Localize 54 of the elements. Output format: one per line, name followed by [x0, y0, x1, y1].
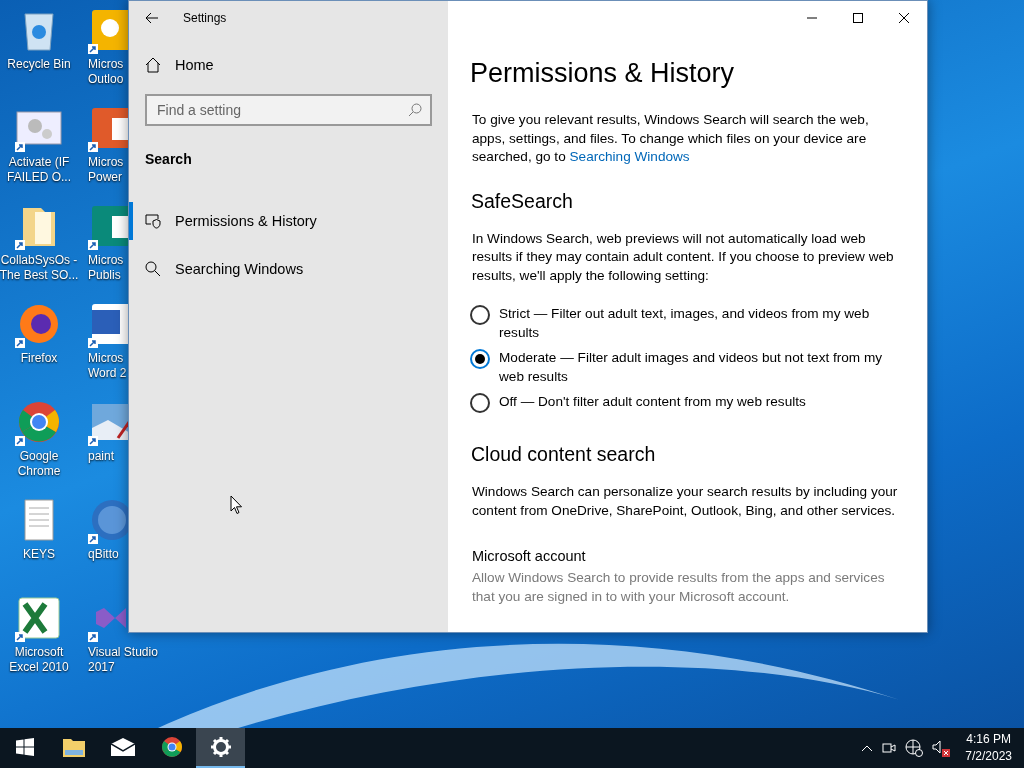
- desktop-icon-label: Micros Power: [88, 155, 124, 185]
- camera-icon[interactable]: [881, 740, 898, 756]
- globe-icon[interactable]: [905, 739, 924, 757]
- section-heading: Search: [144, 150, 193, 167]
- subsection-heading: Microsoft account: [472, 548, 587, 564]
- back-arrow-icon[interactable]: [145, 11, 159, 25]
- desktop-icon-label: Recycle Bin: [7, 57, 71, 72]
- intro-text: To give you relevant results, Windows Search will search the web, apps, settings, and files. To change which files on your device are searched, go to Searching Windows: [472, 111, 870, 166]
- desktop-icon-label: Micros Publis: [88, 253, 124, 283]
- windows-logo-icon: [15, 738, 34, 756]
- maximize-icon: [853, 12, 863, 23]
- home-icon[interactable]: [145, 57, 161, 73]
- folder-icon: [61, 736, 86, 758]
- radio-button[interactable]: [470, 305, 490, 325]
- desktop-icon-label: qBitto: [88, 547, 119, 562]
- safesearch-description: In Windows Search, web previews will not automatically load web results if they may contain adult content. If you choose to preview web results, we'll apply the following setting:: [472, 229, 895, 285]
- desktop-icon-label: Google Chrome: [17, 449, 61, 479]
- nav-item[interactable]: Searching Windows: [129, 250, 448, 288]
- section-heading: SafeSearch: [471, 189, 574, 213]
- taskbar-app-button[interactable]: [196, 728, 245, 768]
- radio-button[interactable]: [470, 349, 490, 369]
- clock[interactable]: 4:16 PM 7/2/2023: [965, 731, 1012, 765]
- radio-label: Moderate — Filter adult images and videos but not text from my web results: [499, 349, 884, 386]
- chrome-icon: [159, 735, 184, 759]
- gear-icon: [210, 737, 231, 757]
- desktop-icon-label: KEYS: [23, 547, 55, 562]
- cloud-description: Windows Search can personalize your search results by including your content from OneDrive, SharePoint, Outlook, Bing, and other services.: [472, 483, 899, 520]
- radio-button[interactable]: [470, 393, 490, 413]
- window-title: Settings: [183, 11, 227, 25]
- desktop-shortcut-icon[interactable]: [15, 594, 63, 642]
- chevron-up-icon[interactable]: [861, 744, 874, 752]
- desktop-icon-label: Microsoft Excel 2010: [9, 645, 69, 675]
- page-title: Permissions & History: [470, 58, 736, 89]
- account-description: Allow Windows Search to provide results from the apps and services that you are signed in to with your Microsoft account.: [472, 569, 886, 606]
- shield-icon: [145, 213, 161, 229]
- radio-label: Off — Don't filter adult content from my web results: [499, 393, 806, 411]
- desktop-icon-label: Micros Word 2: [88, 351, 127, 381]
- home-link[interactable]: Home: [175, 57, 214, 73]
- section-heading: Cloud content search: [471, 443, 657, 466]
- search-icon: [408, 103, 422, 117]
- desktop-icon-label: CollabSysOs - The Best SO...: [0, 253, 79, 283]
- speaker-muted-icon[interactable]: [931, 739, 952, 757]
- radio-label: Strict — Filter out adult text, images, and videos from my web results: [499, 305, 871, 342]
- search-icon: [145, 261, 161, 277]
- searching-windows-link[interactable]: Searching Windows: [569, 149, 690, 164]
- desktop-icon-label: Visual Studio 2017: [88, 645, 158, 675]
- search-field[interactable]: Find a setting: [145, 94, 432, 126]
- desktop-icon-label: Micros Outloo: [88, 57, 124, 87]
- envelope-icon: [110, 738, 135, 756]
- desktop-icon-label: Activate (IF FAILED O...: [7, 155, 71, 185]
- close-icon: [899, 12, 909, 23]
- mouse-cursor-icon: [230, 495, 243, 515]
- desktop-icon-label: Firefox: [20, 351, 58, 366]
- desktop-icon-label: paint: [88, 449, 115, 464]
